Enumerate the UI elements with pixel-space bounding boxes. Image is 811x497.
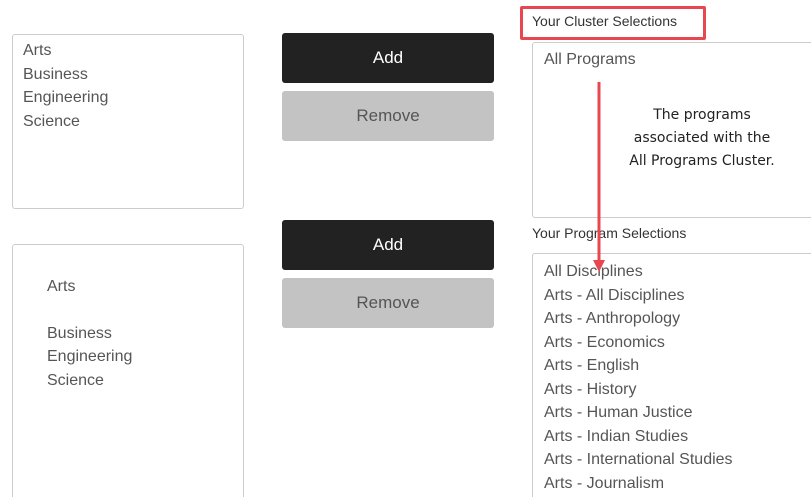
program-option[interactable]: Business	[47, 322, 243, 346]
program-source-listbox[interactable]: Arts Business Engineering Science	[12, 244, 244, 497]
cluster-option[interactable]: Science	[23, 110, 243, 134]
add-program-button[interactable]: Add	[282, 220, 494, 270]
selected-program-option[interactable]: Arts - Indian Studies	[544, 425, 811, 449]
cluster-option[interactable]: Arts	[23, 39, 243, 63]
program-selection-page: Arts Business Engineering Science Add Re…	[0, 0, 811, 497]
selected-program-option[interactable]: Arts - Human Justice	[544, 401, 811, 425]
program-option[interactable]: Arts	[47, 275, 243, 299]
remove-program-button[interactable]: Remove	[282, 278, 494, 328]
annotation-callout: The programs associated with the All Pro…	[629, 107, 775, 169]
cluster-option[interactable]: Engineering	[23, 86, 243, 110]
program-selections-listbox[interactable]: All Disciplines Arts - All Disciplines A…	[532, 253, 811, 497]
cluster-source-listbox[interactable]: Arts Business Engineering Science	[12, 34, 244, 209]
selected-cluster-option[interactable]: All Programs	[544, 48, 811, 72]
program-option[interactable]: Engineering	[47, 345, 243, 369]
selected-program-option[interactable]: Arts - English	[544, 354, 811, 378]
selected-program-option[interactable]: Arts - All Disciplines	[544, 284, 811, 308]
program-selections-label: Your Program Selections	[532, 225, 687, 241]
selected-program-option[interactable]: Arts - History	[544, 378, 811, 402]
cluster-option[interactable]: Business	[23, 63, 243, 87]
selected-program-option[interactable]: Arts - International Studies	[544, 448, 811, 472]
selected-program-option[interactable]: All Disciplines	[544, 260, 811, 284]
cluster-selections-label: Your Cluster Selections	[532, 13, 678, 29]
remove-cluster-button[interactable]: Remove	[282, 91, 494, 141]
selected-program-option[interactable]: Arts - Anthropology	[544, 307, 811, 331]
program-option[interactable]: Science	[47, 369, 243, 393]
add-cluster-button[interactable]: Add	[282, 33, 494, 83]
selected-program-option[interactable]: Arts - Journalism	[544, 472, 811, 496]
selected-program-option[interactable]: Arts - Economics	[544, 331, 811, 355]
